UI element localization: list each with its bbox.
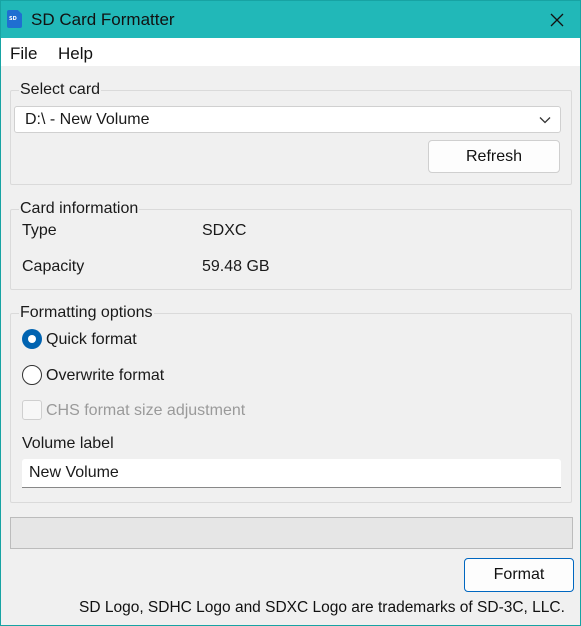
card-select-value: D:\ - New Volume bbox=[25, 111, 150, 128]
menu-bar: File Help bbox=[1, 38, 580, 66]
close-icon bbox=[550, 13, 564, 26]
volume-label-input[interactable]: New Volume bbox=[22, 459, 561, 488]
card-select-dropdown[interactable]: D:\ - New Volume bbox=[14, 106, 561, 133]
overwrite-format-radio[interactable] bbox=[22, 365, 42, 385]
capacity-value: 59.48 GB bbox=[202, 258, 270, 275]
title-bar: SD SD Card Formatter bbox=[1, 1, 580, 38]
chs-adjustment-checkbox bbox=[22, 400, 42, 420]
quick-format-label[interactable]: Quick format bbox=[46, 331, 137, 349]
quick-format-radio[interactable] bbox=[22, 329, 42, 349]
sd-card-app-icon: SD bbox=[7, 10, 22, 28]
select-card-group-title: Select card bbox=[19, 81, 102, 99]
menu-help[interactable]: Help bbox=[58, 44, 93, 64]
card-information-group: Card information bbox=[10, 200, 572, 290]
format-progress-bar bbox=[10, 517, 573, 549]
volume-label-value: New Volume bbox=[29, 464, 119, 481]
menu-file[interactable]: File bbox=[10, 44, 37, 64]
card-information-group-title: Card information bbox=[19, 200, 140, 218]
chs-adjustment-label: CHS format size adjustment bbox=[46, 402, 246, 419]
sd-card-formatter-window: SD SD Card Formatter File Help Select ca… bbox=[0, 0, 581, 626]
overwrite-format-label[interactable]: Overwrite format bbox=[46, 367, 164, 385]
format-button[interactable]: Format bbox=[464, 558, 574, 592]
window-title: SD Card Formatter bbox=[31, 10, 175, 29]
capacity-label: Capacity bbox=[22, 258, 85, 275]
volume-label-title: Volume label bbox=[22, 435, 114, 452]
type-value: SDXC bbox=[202, 222, 247, 239]
refresh-button[interactable]: Refresh bbox=[428, 140, 560, 173]
chevron-down-icon bbox=[539, 117, 551, 124]
type-label: Type bbox=[22, 222, 57, 239]
close-button[interactable] bbox=[534, 1, 580, 38]
formatting-options-group-title: Formatting options bbox=[19, 304, 154, 322]
trademark-footer: SD Logo, SDHC Logo and SDXC Logo are tra… bbox=[79, 599, 565, 616]
